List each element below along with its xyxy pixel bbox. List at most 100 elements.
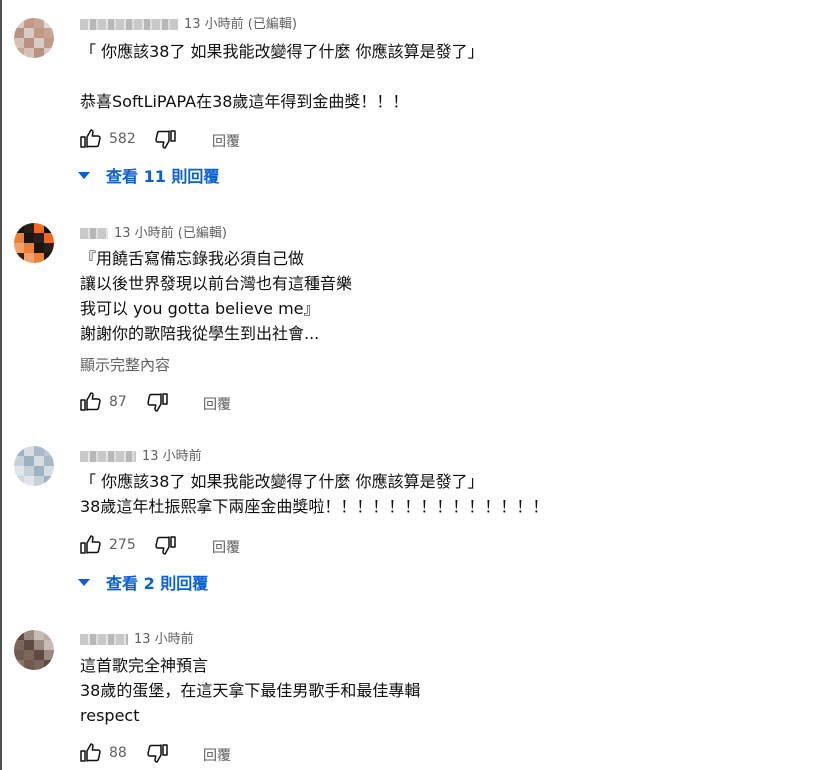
avatar-mosaic-cell [14, 243, 24, 253]
dislike-button[interactable] [154, 127, 178, 155]
avatar-mosaic-cell [44, 243, 54, 253]
thumbs-up-icon [80, 392, 101, 411]
like-count: 275 [109, 537, 136, 553]
comment-text-line: 這首歌完全神預言 [80, 656, 209, 675]
avatar-mosaic-cell [44, 446, 54, 456]
page-left-border [0, 0, 2, 770]
avatar-mosaic-cell [14, 38, 24, 48]
avatar-mosaic-cell [44, 48, 54, 58]
reply-button[interactable]: 回覆 [203, 394, 231, 414]
avatar-mosaic-cell [44, 253, 54, 263]
comment-text-line: 38歲的蛋堡，在這天拿下最佳男歌手和最佳專輯 [80, 681, 421, 700]
avatar-mosaic-cell [34, 233, 44, 243]
comment-header: 13 小時前 [80, 628, 194, 647]
avatar-mosaic-cell [44, 223, 54, 233]
author-name-blurred[interactable] [80, 228, 108, 239]
like-count: 88 [109, 745, 127, 761]
reply-button[interactable]: 回覆 [203, 745, 231, 765]
avatar-mosaic-cell [44, 18, 54, 28]
like-button[interactable] [78, 127, 102, 155]
dislike-button[interactable] [146, 390, 170, 418]
comment-text-line: respect [80, 706, 140, 725]
avatar-mosaic-cell [14, 650, 24, 660]
avatar-mosaic-cell [14, 640, 24, 650]
thumbs-down-icon [147, 393, 168, 412]
dislike-button[interactable] [146, 741, 170, 769]
comment-header: 13 小時前 [80, 445, 202, 464]
comment-time[interactable]: 13 小時前 (已編輯) [184, 17, 297, 32]
show-more-button[interactable]: 顯示完整內容 [80, 354, 170, 375]
like-count: 87 [109, 394, 127, 410]
reply-button[interactable]: 回覆 [212, 131, 240, 151]
avatar-mosaic-cell [44, 456, 54, 466]
avatar-mosaic-cell [24, 466, 34, 476]
like-button[interactable] [78, 533, 102, 561]
avatar-mosaic-cell [34, 18, 44, 28]
avatar-mosaic-cell [44, 466, 54, 476]
avatar-mosaic-cell [24, 640, 34, 650]
comment-text-line: 『用饒舌寫備忘錄我必須自己做 [80, 249, 305, 268]
avatar-mosaic-cell [24, 630, 34, 640]
like-button[interactable] [78, 741, 102, 769]
thumbs-up-icon [80, 129, 101, 148]
dislike-button[interactable] [154, 533, 178, 561]
view-replies-label: 查看 11 則回覆 [106, 167, 220, 186]
avatar-mosaic-cell [14, 18, 24, 28]
comment-text-line: 謝謝你的歌陪我從學生到出社會... [80, 324, 320, 343]
avatar-mosaic-cell [24, 48, 34, 58]
avatar-mosaic-cell [14, 660, 24, 670]
comment-text-line: 「 你應該38了 如果我能改變得了什麼 你應該算是發了」 [80, 42, 484, 61]
comment-time[interactable]: 13 小時前 (已編輯) [114, 226, 227, 241]
avatar-mosaic-cell [14, 466, 24, 476]
avatar-mosaic-cell [14, 223, 24, 233]
avatar-mosaic-cell [34, 223, 44, 233]
comment-text-line: 恭喜SoftLiPAPA在38歲這年得到金曲獎！！！ [80, 92, 409, 111]
comment-text-line: 38歲這年杜振熙拿下兩座金曲獎啦！！！！！！！！！！！！！！ [80, 497, 549, 516]
avatar-mosaic-cell [44, 476, 54, 486]
thumbs-up-icon [80, 535, 101, 554]
author-name-blurred[interactable] [80, 19, 178, 30]
avatar-mosaic-cell [24, 223, 34, 233]
caret-down-icon [78, 172, 90, 179]
avatar[interactable] [14, 446, 54, 486]
avatar-mosaic-cell [44, 650, 54, 660]
view-replies-button[interactable]: 查看 11 則回覆 [78, 163, 219, 187]
avatar[interactable] [14, 630, 54, 670]
comment-time[interactable]: 13 小時前 [134, 632, 194, 647]
avatar-mosaic-cell [34, 476, 44, 486]
avatar-mosaic-cell [14, 48, 24, 58]
author-name-blurred[interactable] [80, 451, 136, 462]
thumbs-up-icon [80, 743, 101, 762]
avatar-mosaic-cell [34, 456, 44, 466]
avatar-mosaic-cell [24, 253, 34, 263]
avatar-mosaic-cell [14, 630, 24, 640]
reply-button[interactable]: 回覆 [212, 537, 240, 557]
avatar-mosaic-cell [14, 253, 24, 263]
comment-text-line: 「 你應該38了 如果我能改變得了什麼 你應該算是發了」 [80, 472, 484, 491]
view-replies-label: 查看 2 則回覆 [106, 574, 209, 593]
avatar-mosaic-cell [14, 446, 24, 456]
like-count: 582 [109, 131, 136, 147]
avatar-mosaic-cell [24, 446, 34, 456]
avatar[interactable] [14, 18, 54, 58]
avatar-mosaic-cell [24, 660, 34, 670]
avatar-mosaic-cell [34, 650, 44, 660]
like-button[interactable] [78, 390, 102, 418]
view-replies-button[interactable]: 查看 2 則回覆 [78, 570, 208, 594]
avatar-mosaic-cell [24, 456, 34, 466]
avatar-mosaic-cell [34, 243, 44, 253]
comment-time[interactable]: 13 小時前 [142, 449, 202, 464]
avatar-mosaic-cell [34, 630, 44, 640]
comment-text-line: 我可以 you gotta believe me』 [80, 299, 320, 318]
avatar-mosaic-cell [44, 28, 54, 38]
avatar-mosaic-cell [24, 38, 34, 48]
avatar-mosaic-cell [24, 650, 34, 660]
avatar[interactable] [14, 223, 54, 263]
avatar-mosaic-cell [44, 233, 54, 243]
avatar-mosaic-cell [44, 640, 54, 650]
author-name-blurred[interactable] [80, 634, 128, 645]
comment-header: 13 小時前 (已編輯) [80, 222, 227, 241]
caret-down-icon [78, 579, 90, 586]
avatar-mosaic-cell [24, 243, 34, 253]
thumbs-down-icon [147, 744, 168, 763]
